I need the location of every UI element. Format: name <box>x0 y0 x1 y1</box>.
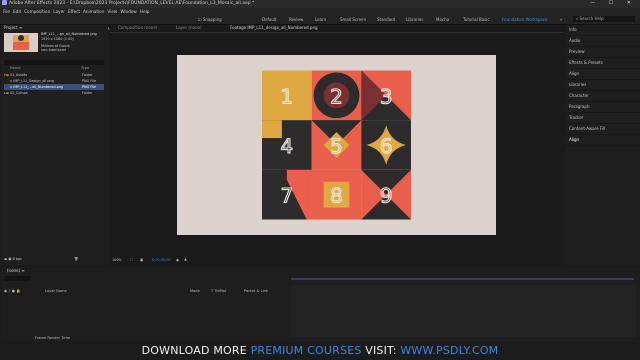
right-panel-stack: Info Audio Preview Effects & Presets Ali… <box>566 25 640 265</box>
project-tab[interactable]: Project ≡ <box>4 25 22 30</box>
project-search-input[interactable] <box>4 60 104 65</box>
window-controls[interactable]: — ☐ ✕ <box>590 0 637 6</box>
download-banner: DOWNLOAD MORE PREMIUM COURSES VISIT: WWW… <box>0 342 640 360</box>
window-title: Adobe After Effects 2023 - E:\Dropbox\20… <box>9 1 255 6</box>
tile-number: 7 <box>281 185 294 208</box>
workspace-libraries[interactable]: Libraries <box>406 15 423 24</box>
lock-icon[interactable]: 🔒 <box>16 289 20 293</box>
channel-icon[interactable]: ♣ <box>184 257 187 263</box>
timeline-track-area[interactable] <box>291 285 636 337</box>
tile-number: 9 <box>380 185 393 208</box>
zoom-dropdown[interactable]: 100% <box>112 257 122 263</box>
workspace-small-screen[interactable]: Small Screen <box>340 15 366 24</box>
panel-character[interactable]: Character <box>566 91 640 102</box>
menu-effect[interactable]: Effect <box>68 9 80 14</box>
col-name[interactable]: Name <box>10 66 21 70</box>
tile-number: 2 <box>330 85 343 108</box>
timeline-switch-icons: ◉ ♪ ● 🔒 <box>4 289 20 293</box>
workspace-standard[interactable]: Standard <box>377 15 395 24</box>
panel-align-expanded[interactable]: Align <box>566 135 640 146</box>
tile-number: 6 <box>380 135 393 158</box>
trash-icon[interactable]: 🗑 <box>74 257 78 261</box>
banner-middle: VISIT: <box>361 344 401 357</box>
footage-canvas[interactable]: 1 2 3 4 5 6 7 8 9 <box>177 55 496 235</box>
workspace-review[interactable]: Review <box>289 15 303 24</box>
snapping-label: Snapping <box>202 17 222 22</box>
menu-file[interactable]: File <box>3 9 10 14</box>
file-interlace: non-Interlaced <box>41 48 66 52</box>
tile-number: 1 <box>281 85 294 108</box>
panel-content-aware-fill[interactable]: Content-Aware Fill <box>566 124 640 135</box>
menu-view[interactable]: View <box>107 9 117 14</box>
panel-preview[interactable]: Preview <box>566 47 640 58</box>
workspace-tutorial-basic[interactable]: Tutorial Basic <box>463 15 490 24</box>
title-bar: Adobe After Effects 2023 - E:\Dropbox\20… <box>0 0 640 8</box>
tile-number: 5 <box>330 135 343 158</box>
menu-window[interactable]: Window <box>120 9 137 14</box>
col-layer-name[interactable]: Layer Name <box>45 289 67 293</box>
col-type[interactable]: Type <box>81 66 89 70</box>
workspace-mocha[interactable]: Mocha <box>436 15 449 24</box>
workspace-foundation[interactable]: Foundation Workspace <box>502 15 547 24</box>
col-trkmat[interactable]: T TrkMat <box>211 289 226 293</box>
tile-number: 3 <box>380 85 393 108</box>
project-footer: ▬ ▣ 8 bpc 🗑 <box>4 256 78 262</box>
col-parent[interactable]: Parent & Link <box>244 289 268 293</box>
workspace-learn[interactable]: Learn <box>315 15 326 24</box>
tile-4-step <box>262 120 282 139</box>
viewer-panel: Composition (none) Layer (none) Footage … <box>110 25 564 265</box>
timeline-search-input[interactable] <box>4 276 30 281</box>
banner-prefix: DOWNLOAD MORE <box>141 344 251 357</box>
tile-number: 4 <box>281 135 294 158</box>
menu-bar: File Edit Composition Layer Effect Animation V… <box>0 8 640 15</box>
search-placeholder: Search Help <box>579 16 604 21</box>
menu-composition[interactable]: Composition <box>24 9 50 14</box>
after-effects-icon <box>2 0 7 5</box>
panel-align[interactable]: Align <box>566 69 640 80</box>
project-item[interactable]: ▸▬ 02_Comps Folder <box>4 90 104 96</box>
project-thumbnail <box>4 33 38 52</box>
panel-audio[interactable]: Audio <box>566 36 640 47</box>
timeline-panel: (none) ≡ ◉ ♪ ● 🔒 Layer Name Mode T TrkMa… <box>1 267 640 342</box>
workspace-overflow-icon[interactable]: » <box>560 15 562 24</box>
menu-layer[interactable]: Layer <box>53 9 65 14</box>
tab-layer[interactable]: Layer (none) <box>176 25 202 30</box>
panel-info[interactable]: Info <box>566 25 640 36</box>
mosaic-artwork: 1 2 3 4 5 6 7 8 9 <box>262 70 411 220</box>
tile-number: 8 <box>330 185 343 208</box>
project-panel: Project ≡ IMP_L11_...gn_all_Numbered.png… <box>1 25 108 265</box>
search-help-input[interactable]: ⌕ Search Help <box>573 16 635 22</box>
fit-icon[interactable]: ⛶ <box>130 257 132 263</box>
workspace-default[interactable]: Default <box>262 15 277 24</box>
tab-footage[interactable]: Footage IMP_L11_design_all_Numbered.png <box>230 25 318 30</box>
menu-edit[interactable]: Edit <box>13 9 21 14</box>
work-area-bar[interactable] <box>291 278 634 280</box>
menu-help[interactable]: Help <box>140 9 150 14</box>
panel-effects-presets[interactable]: Effects & Presets <box>566 58 640 69</box>
timecode[interactable]: 0;00;00;00 <box>152 257 171 263</box>
snapping-toggle[interactable]: ☑ Snapping <box>198 15 222 24</box>
banner-link[interactable]: WWW.PSDLY.COM <box>400 344 498 357</box>
menu-animation[interactable]: Animation <box>83 9 104 14</box>
grid-icon[interactable]: ▣ <box>140 257 143 263</box>
col-mode[interactable]: Mode <box>190 289 200 293</box>
tab-composition[interactable]: Composition (none) <box>118 25 157 30</box>
frame-render-time: Frame Render Time <box>35 336 71 340</box>
panel-tracker[interactable]: Tracker <box>566 113 640 124</box>
banner-accent-1: PREMIUM COURSES <box>250 344 362 357</box>
snapshot-icon[interactable]: ◉ <box>176 257 179 263</box>
panel-paragraph[interactable]: Paragraph <box>566 102 640 113</box>
file-dims: 1920 x 1080 (1.00) <box>41 37 74 41</box>
panel-libraries[interactable]: Libraries <box>566 80 640 91</box>
timeline-tab[interactable]: (none) ≡ <box>7 268 25 273</box>
bit-depth[interactable]: 8 bpc <box>13 257 22 261</box>
